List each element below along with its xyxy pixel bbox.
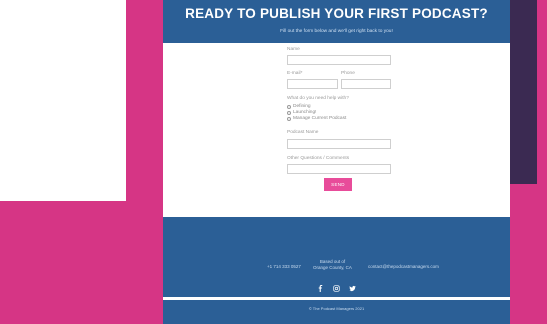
footer-phone[interactable]: +1 714 333 0527 bbox=[267, 264, 301, 270]
option-label: Manage Current Podcast bbox=[293, 116, 347, 121]
page-title: READY TO PUBLISH YOUR FIRST PODCAST? bbox=[185, 6, 488, 21]
podcast-name-input[interactable] bbox=[287, 139, 391, 149]
footer-location: Based out of Orange County, CA bbox=[313, 259, 352, 270]
social-links bbox=[163, 284, 510, 292]
facebook-icon[interactable] bbox=[317, 284, 325, 292]
option-label: Launching! bbox=[293, 110, 317, 115]
option-label: Defining bbox=[293, 104, 311, 109]
radio-icon[interactable] bbox=[287, 116, 291, 121]
name-label: Name bbox=[287, 47, 300, 52]
questions-label: Other Questions / Comments bbox=[287, 156, 350, 161]
footer-divider bbox=[163, 297, 510, 300]
phone-input[interactable] bbox=[341, 79, 391, 89]
email-input[interactable] bbox=[287, 79, 338, 89]
page-footer: +1 714 333 0527 Based out of Orange Coun… bbox=[163, 217, 510, 324]
name-input[interactable] bbox=[287, 55, 391, 65]
option-defining[interactable]: Defining bbox=[287, 104, 311, 109]
background-white-panel bbox=[0, 0, 126, 201]
twitter-icon[interactable] bbox=[349, 284, 357, 292]
footer-email[interactable]: contact@thepodcastmanagers.com bbox=[368, 264, 439, 270]
help-label: What do you need help with? bbox=[287, 96, 349, 101]
email-label: E-mail* bbox=[287, 71, 303, 76]
page-subtitle: Fill out the form below and we'll get ri… bbox=[280, 29, 393, 34]
option-launching[interactable]: Launching! bbox=[287, 110, 316, 115]
contact-page: READY TO PUBLISH YOUR FIRST PODCAST? Fil… bbox=[163, 0, 510, 324]
phone-label: Phone bbox=[341, 71, 355, 76]
background-dark-panel bbox=[510, 0, 537, 184]
page-header: READY TO PUBLISH YOUR FIRST PODCAST? Fil… bbox=[163, 0, 510, 43]
radio-icon[interactable] bbox=[287, 104, 291, 109]
send-button[interactable]: SEND bbox=[324, 178, 352, 191]
copyright-text: © The Podcast Managers 2021 bbox=[308, 306, 365, 311]
contact-form: Name E-mail* Phone What do you need help… bbox=[163, 43, 510, 217]
radio-icon[interactable] bbox=[287, 110, 291, 115]
option-manage-current[interactable]: Manage Current Podcast bbox=[287, 116, 346, 121]
footer-location-line2: Orange County, CA bbox=[313, 264, 352, 270]
questions-input[interactable] bbox=[287, 164, 391, 174]
instagram-icon[interactable] bbox=[333, 284, 341, 292]
podcast-name-label: Podcast Name bbox=[287, 130, 319, 135]
